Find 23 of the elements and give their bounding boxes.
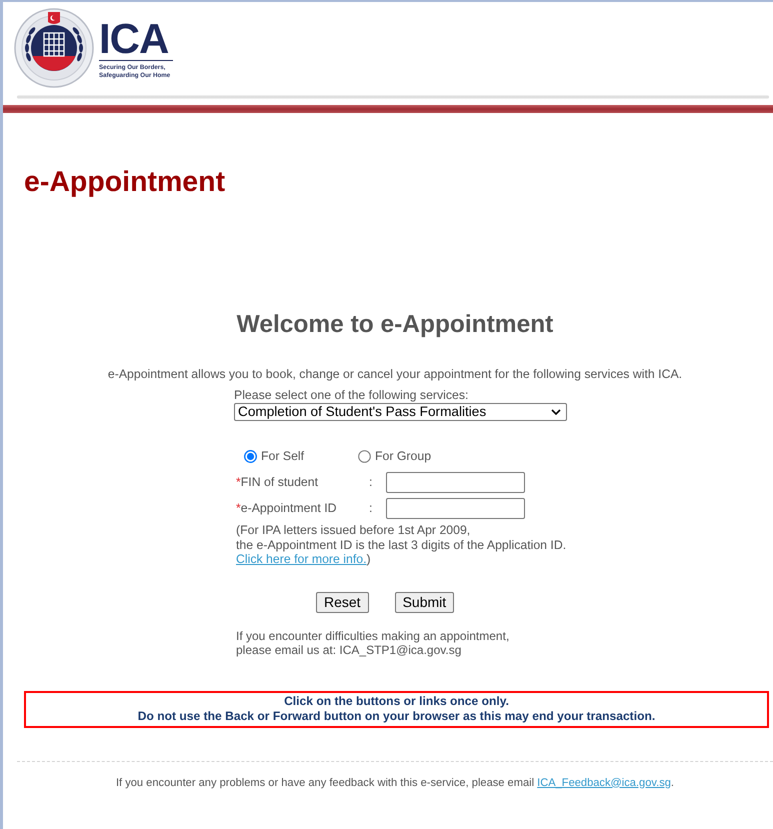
- intro-text: e-Appointment allows you to book, change or cancel your appointment for the following services with ICA.: [108, 367, 682, 382]
- input-field[interactable]: [386, 472, 525, 493]
- page-title: e-Appointment: [24, 166, 226, 198]
- field-label: *FIN of student: [236, 475, 320, 490]
- warning-text: Do not use the Back or Forward button on your browser as this may end your transaction.: [138, 709, 656, 724]
- field-label: *e-Appointment ID: [236, 501, 338, 516]
- label-separator: :: [369, 501, 374, 516]
- note-text: (For IPA letters issued before 1st Apr 2009, the e-Appointment ID is the last 3 digits of the Application ID. Click here for more info.): [236, 523, 566, 566]
- select-label: Please select one of the following services:: [234, 388, 468, 403]
- form-button[interactable]: Submit: [394, 592, 454, 612]
- form-button[interactable]: Reset: [316, 592, 369, 612]
- contact-text: If you encounter difficulties making an appointment, please email us at: ICA_STP1@ica.gov.sg: [236, 628, 510, 658]
- radio-option[interactable]: For Self: [244, 448, 304, 464]
- service-select[interactable]: Completion of Student's Pass Formalities: [234, 403, 567, 421]
- crest-icon: [14, 8, 94, 88]
- logo-wordmark: ICA: [99, 21, 168, 57]
- input-field[interactable]: [386, 498, 525, 519]
- chevron-down-icon: [551, 409, 561, 415]
- footer-text: If you encounter any problems or have any feedback with this e-service, please email ICA_Feedback@ica.gov.sg.: [116, 776, 674, 788]
- welcome-heading: Welcome to e-Appointment: [236, 311, 554, 339]
- warning-text: Click on the buttons or links once only.: [284, 694, 509, 709]
- radio-option[interactable]: For Group: [358, 448, 432, 464]
- label-separator: :: [369, 475, 374, 490]
